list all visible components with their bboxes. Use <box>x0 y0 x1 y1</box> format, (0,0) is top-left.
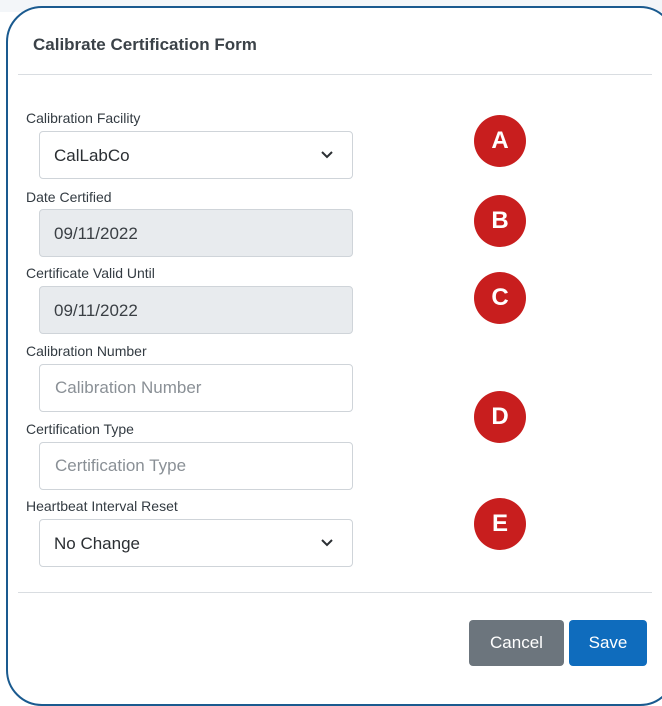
certificate-valid-until-label: Certificate Valid Until <box>26 265 155 281</box>
callout-badge-c: C <box>474 272 526 324</box>
date-certified-field[interactable]: 09/11/2022 <box>39 209 353 257</box>
calibration-number-input[interactable] <box>40 365 352 411</box>
date-certified-value: 09/11/2022 <box>54 224 138 243</box>
chevron-down-icon <box>321 151 333 159</box>
heartbeat-interval-reset-value: No Change <box>54 534 141 553</box>
date-certified-label: Date Certified <box>26 189 112 205</box>
certificate-valid-until-value: 09/11/2022 <box>54 301 138 320</box>
calibration-number-field[interactable] <box>39 364 353 412</box>
calibration-facility-value: CalLabCo <box>54 146 130 165</box>
calibration-facility-label: Calibration Facility <box>26 110 141 126</box>
heartbeat-interval-reset-label: Heartbeat Interval Reset <box>26 498 178 514</box>
cancel-button[interactable]: Cancel <box>469 620 564 666</box>
chevron-down-icon <box>321 539 333 547</box>
certification-type-label: Certification Type <box>26 421 134 437</box>
calibration-facility-select[interactable]: CalLabCo <box>39 131 353 179</box>
certificate-valid-until-field[interactable]: 09/11/2022 <box>39 286 353 334</box>
certification-type-field[interactable] <box>39 442 353 490</box>
dialog-title: Calibrate Certification Form <box>33 35 257 54</box>
callout-badge-b: B <box>474 195 526 247</box>
footer-divider <box>18 592 652 593</box>
save-button[interactable]: Save <box>569 620 647 666</box>
callout-badge-a: A <box>474 115 526 167</box>
heartbeat-interval-reset-select[interactable]: No Change <box>39 519 353 567</box>
certification-type-input[interactable] <box>40 443 352 489</box>
callout-badge-e: E <box>474 498 526 550</box>
calibration-number-label: Calibration Number <box>26 343 147 359</box>
callout-badge-d: D <box>474 391 526 443</box>
header-divider <box>18 74 652 75</box>
